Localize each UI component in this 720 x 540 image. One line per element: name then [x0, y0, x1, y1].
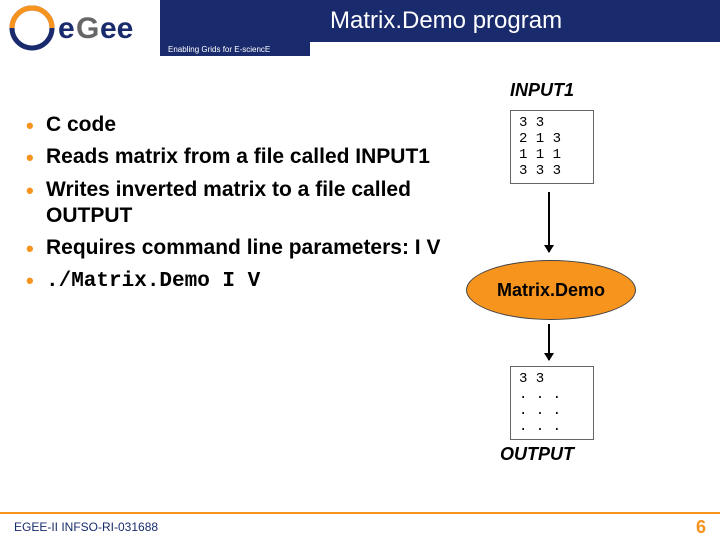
bullet-item: Reads matrix from a file called INPUT1 — [26, 144, 446, 170]
page-title: Matrix.Demo program — [330, 7, 562, 35]
tagline-bar: Enabling Grids for E-sciencE — [160, 42, 310, 56]
output-box: 3 3 . . . . . . . . . — [510, 366, 594, 440]
content: INPUT1 C code Reads matrix from a file c… — [0, 64, 720, 510]
bullet-text: ./Matrix.Demo I V — [46, 270, 260, 293]
egee-logo: e G ee — [8, 4, 158, 52]
input-box: 3 3 2 1 3 1 1 1 3 3 3 — [510, 110, 594, 184]
arrow-icon — [548, 192, 550, 252]
bullet-item: Requires command line parameters: I V — [26, 235, 446, 261]
process-oval: Matrix.Demo — [466, 260, 636, 320]
svg-text:e: e — [58, 12, 75, 45]
bullet-list: C code Reads matrix from a file called I… — [26, 112, 446, 302]
bullet-text: C code — [46, 113, 116, 136]
bullet-item: C code — [26, 112, 446, 138]
svg-text:ee: ee — [100, 12, 133, 45]
bullet-text: Requires command line parameters: I V — [46, 236, 440, 259]
bullet-text: Writes inverted matrix to a file called … — [46, 178, 411, 227]
arrow-icon — [548, 324, 550, 360]
header: e G ee Matrix.Demo program Enabling Grid… — [0, 0, 720, 64]
bullet-item: ./Matrix.Demo I V — [26, 267, 446, 295]
footer-reference: EGEE-II INFSO-RI-031688 — [14, 520, 158, 534]
svg-text:G: G — [76, 12, 99, 45]
title-bar: Matrix.Demo program — [160, 0, 720, 42]
tagline: Enabling Grids for E-sciencE — [168, 45, 270, 54]
input-label: INPUT1 — [510, 80, 574, 101]
output-label: OUTPUT — [500, 444, 574, 465]
footer: EGEE-II INFSO-RI-031688 6 — [0, 512, 720, 540]
bullet-item: Writes inverted matrix to a file called … — [26, 177, 446, 230]
bullet-text: Reads matrix from a file called INPUT1 — [46, 145, 430, 168]
page-number: 6 — [696, 517, 706, 538]
oval-label: Matrix.Demo — [497, 280, 605, 301]
